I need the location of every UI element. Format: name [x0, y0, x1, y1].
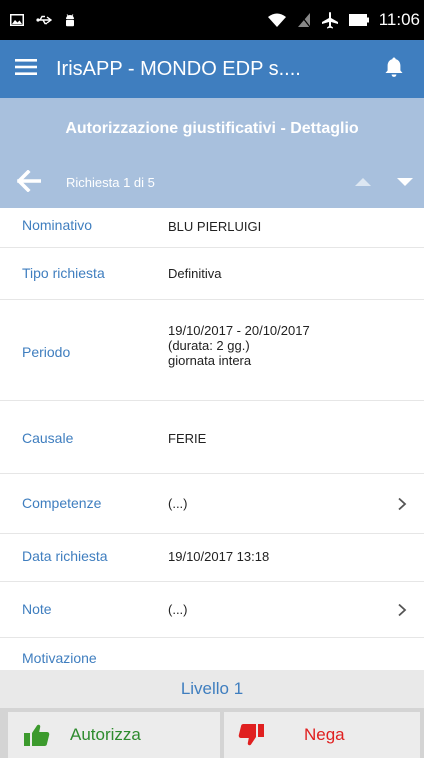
bell-icon — [384, 56, 404, 83]
thumbs-up-icon — [24, 723, 50, 747]
period-type: giornata intera — [168, 353, 252, 368]
hamburger-menu-icon — [15, 58, 37, 81]
airplane-icon — [321, 11, 339, 29]
detail-label: Competenze — [22, 495, 102, 511]
thumbs-down-icon — [238, 723, 264, 747]
detail-value: FERIE — [168, 431, 207, 446]
record-navigation: Richiesta 1 di 5 — [0, 158, 424, 208]
request-details: Nominativo BLU PIERLUIGI Tipo richiesta … — [0, 208, 424, 670]
detail-value: Definitiva — [168, 266, 222, 281]
wifi-icon — [267, 12, 287, 28]
chevron-right-icon — [394, 496, 410, 512]
battery-icon — [348, 14, 369, 26]
detail-label: Note — [22, 601, 52, 617]
back-arrow-icon — [17, 168, 42, 197]
approval-level: Livello 1 — [0, 670, 424, 708]
approve-label: Autorizza — [70, 725, 141, 744]
detail-row-competenze[interactable]: Competenze (...) — [0, 474, 424, 534]
detail-row-note[interactable]: Note (...) — [0, 582, 424, 638]
approve-button[interactable]: Autorizza — [8, 712, 220, 758]
deny-button[interactable]: Nega — [224, 712, 420, 758]
record-counter: Richiesta 1 di 5 — [66, 175, 155, 190]
chevron-right-icon — [394, 602, 410, 618]
back-button[interactable] — [12, 167, 46, 199]
detail-value: (...) — [168, 496, 188, 511]
caret-up-icon — [355, 174, 371, 192]
status-bar-system: 11:06 — [267, 0, 420, 40]
app-bar: IrisAPP - MONDO EDP s.... — [0, 40, 424, 98]
android-debug-icon — [64, 13, 76, 27]
detail-label: Tipo richiesta — [22, 265, 105, 281]
detail-label: Periodo — [22, 344, 71, 360]
detail-label: Data richiesta — [22, 548, 108, 564]
app-title: IrisAPP - MONDO EDP s.... — [56, 58, 301, 80]
detail-row-data-richiesta: Data richiesta 19/10/2017 13:18 — [0, 534, 424, 582]
notifications-button[interactable] — [378, 53, 410, 85]
status-bar: 11:06 — [0, 0, 424, 40]
detail-label: Causale — [22, 430, 74, 446]
next-record-button[interactable] — [392, 170, 418, 196]
previous-record-button[interactable] — [350, 170, 376, 196]
deny-label: Nega — [304, 725, 345, 744]
detail-row-motivazione: Motivazione — [0, 638, 424, 670]
detail-value: BLU PIERLUIGI — [168, 219, 262, 234]
status-bar-notifications — [10, 0, 76, 40]
detail-row-causale: Causale FERIE — [0, 401, 424, 474]
action-bar: Autorizza Nega — [0, 708, 424, 758]
caret-down-icon — [397, 174, 413, 192]
detail-row-nominativo: Nominativo BLU PIERLUIGI — [0, 208, 424, 248]
usb-icon — [36, 15, 52, 25]
detail-row-tipo-richiesta: Tipo richiesta Definitiva — [0, 248, 424, 300]
no-sim-icon — [297, 12, 311, 28]
period-duration: (durata: 2 gg.) — [168, 338, 250, 353]
clock: 11:06 — [378, 10, 420, 29]
period-dates: 19/10/2017 - 20/10/2017 — [168, 323, 310, 338]
detail-label: Nominativo — [22, 217, 93, 233]
detail-value: 19/10/2017 13:18 — [168, 549, 270, 564]
menu-button[interactable] — [10, 53, 42, 85]
screenshot-icon — [10, 14, 24, 26]
detail-row-periodo: Periodo 19/10/2017 - 20/10/2017 (durata:… — [0, 300, 424, 401]
detail-label: Motivazione — [22, 650, 97, 666]
page-title: Autorizzazione giustificativi - Dettagli… — [0, 98, 424, 158]
detail-value: (...) — [168, 602, 188, 617]
